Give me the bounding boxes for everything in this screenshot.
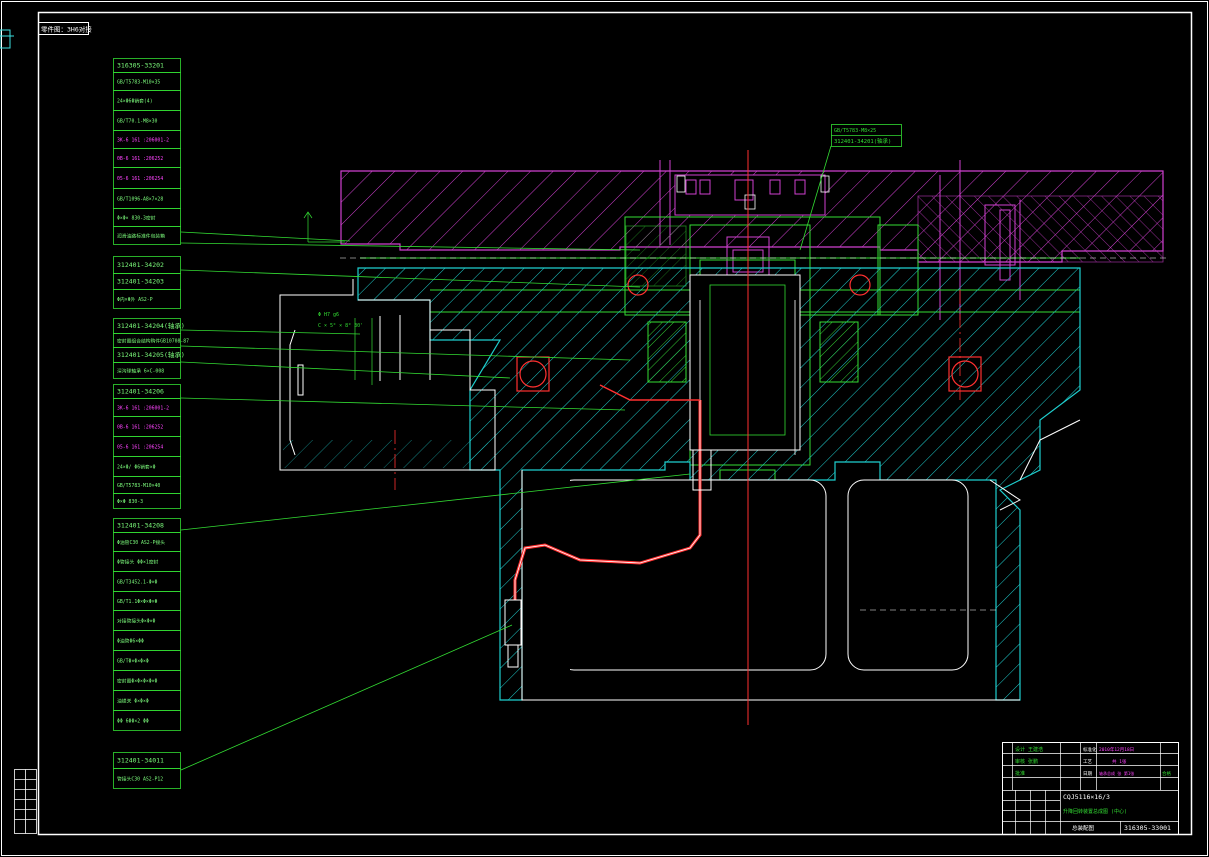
tb-pass: 合格 xyxy=(1162,770,1171,777)
callout-label: GB/T1.1Φ×Φ×Φ×Φ xyxy=(117,599,158,605)
callout-label: 密封圈组合结构购件GB10708-87 xyxy=(117,338,189,345)
callout-label: 24×Φ/ Φ6销套×Φ xyxy=(117,464,156,471)
sheet-name: 总装配图 xyxy=(1072,824,1095,832)
tb-date: 2010年12月18日 xyxy=(1099,746,1134,753)
callout-label: 3K-6 161 :206001-2 xyxy=(117,138,169,144)
callout-label: 油锁关 Φ×Φ×Φ xyxy=(117,698,149,705)
drawing-name: CQJ5116×16/3 xyxy=(1063,793,1110,801)
tb-designer: 设计 王建浩 xyxy=(1015,746,1043,753)
tb-sheets: 共 1张 xyxy=(1112,758,1127,765)
callout-label: 05-6 161 :206254 xyxy=(117,176,163,182)
callout-label: 316305-33201 xyxy=(117,62,164,70)
callout-label: Φ油管C30 AS2-P接头 xyxy=(117,539,165,546)
callout-label: GB/T5783-M10×35 xyxy=(117,80,160,86)
callout-label: Φ×Φ× 830-3密封 xyxy=(117,215,156,222)
tb-process: 工艺 xyxy=(1083,759,1092,765)
callout-label: Φ×Φ 830-3 xyxy=(117,499,143,505)
callout-label: 312401-34011 xyxy=(117,757,164,765)
frame-corner-mark xyxy=(0,29,14,49)
callout-label: GB/TΦ×Φ×Φ×Φ xyxy=(117,659,149,665)
tb-approve: 批准 xyxy=(1015,770,1025,777)
callout-label: 管接头C30 AS2-P12 xyxy=(117,776,163,783)
tb-sheet-count: 轴承总成 张 第1张 xyxy=(1099,770,1134,776)
drawing-subtitle: 升降回转装置总成图 (中心) xyxy=(1063,808,1127,815)
callout-label: 312401-34204(轴承) xyxy=(117,321,185,330)
callout-label: 对接管接头Φ×Φ×Φ xyxy=(117,618,156,625)
callout-label: Φ油管Φ6×ΦΦ xyxy=(117,638,144,645)
top-callout-text-2: 312401-34201(轴承) xyxy=(834,137,891,145)
callout-label: Φ管接头 ΦΦ×1密封 xyxy=(117,559,159,566)
left-housing-fill xyxy=(283,440,488,468)
callout-label: 312401-34202 xyxy=(117,261,164,269)
callout-label: 312401-34208 xyxy=(117,522,164,530)
callout-label: Φ内×Φ外 AS2-P xyxy=(117,296,153,303)
callout-label: 润滑油路标准件包装箱 xyxy=(117,233,165,240)
callout-label: GB/T3452.1-Φ×Φ xyxy=(117,580,158,586)
cad-drawing-canvas: 零件图：3H6对接 Φ H7 g6 C × 5° × 8° 30' GB/T57… xyxy=(0,1,1208,856)
callout-label: 312401-34203 xyxy=(117,278,164,286)
tb-standardize: 标准化 xyxy=(1083,746,1097,753)
callout-label: ΦΦ 6ΦΦ×2 ΦΦ xyxy=(117,719,149,725)
callout-label: GB/T70.1-M8×30 xyxy=(117,119,158,125)
callout-label: GB/T5783-M10×40 xyxy=(117,483,160,489)
top-callout-text-1: GB/T5783-M8×25 xyxy=(834,128,876,134)
parts-callout-table: 316305-33201 GB/T5783-M10×35 24×Φ6Φ销套(4) GB… xyxy=(113,58,189,789)
tb-date-label: 日期 xyxy=(1083,771,1092,777)
dimension-label-1: Φ H7 g6 xyxy=(318,312,339,318)
callout-label: 深沟球轴承 6×C-008 xyxy=(117,368,164,375)
callout-label: 0B-6 161 :206252 xyxy=(117,425,163,431)
title-block: 设计 王建浩 标准化 2010年12月18日 审核 张鹏 工艺 共 1张 批准 … xyxy=(1002,742,1179,835)
sheet-tag: 零件图：3H6对接 xyxy=(41,25,92,34)
callout-label: 0B-6 161 :206252 xyxy=(117,156,163,162)
drawing-number: 316305-33001 xyxy=(1124,824,1171,832)
callout-label: 312401-34205(轴承) xyxy=(117,350,185,359)
callout-label: 密封圈Φ×Φ×Φ×Φ×Φ xyxy=(117,678,157,685)
callout-label: 3K-6 161 :206001-2 xyxy=(117,406,169,412)
callout-label: 24×Φ6Φ销套(4) xyxy=(117,98,153,105)
revision-strip xyxy=(14,769,37,834)
callout-label: 05-6 161 :206254 xyxy=(117,445,163,451)
tb-reviewer: 审核 张鹏 xyxy=(1015,758,1038,765)
callout-label: GB/T1096-A8×7×28 xyxy=(117,197,163,203)
callout-label: 312401-34206 xyxy=(117,388,164,396)
dimension-label-2: C × 5° × 8° 30' xyxy=(318,323,363,329)
